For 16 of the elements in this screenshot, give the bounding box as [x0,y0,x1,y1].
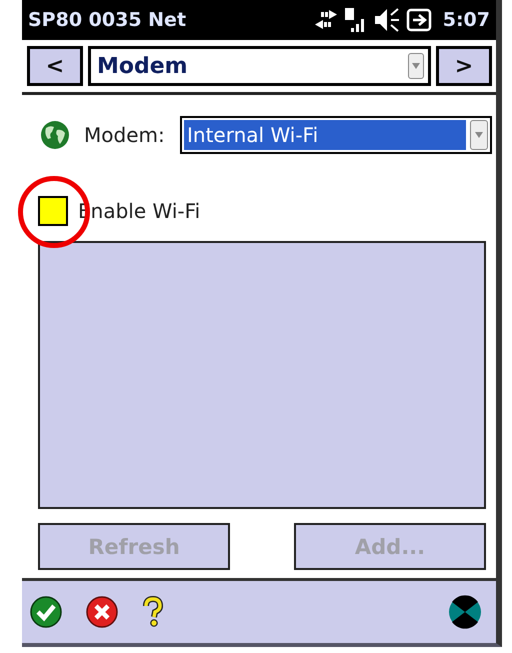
enable-wifi-checkbox[interactable] [38,196,68,226]
page-title-selector[interactable]: Modem [88,46,431,86]
help-question-icon[interactable] [142,596,164,628]
ok-check-icon[interactable] [30,596,62,628]
modem-label: Modem: [84,123,166,147]
sync-arrows-icon [312,8,339,32]
device-title: SP80 0035 Net [28,9,186,31]
speaker-muted-icon [372,6,401,34]
quadrant-circle-icon[interactable] [448,595,482,629]
next-button[interactable]: > [436,46,492,86]
clock-time: 5:07 [442,9,490,31]
previous-button[interactable]: < [27,46,83,86]
network-list[interactable] [38,241,486,509]
connection-type-select[interactable]: Internal Wi-Fi [180,116,492,154]
cancel-x-icon[interactable] [86,596,118,628]
globe-icon [40,120,70,150]
